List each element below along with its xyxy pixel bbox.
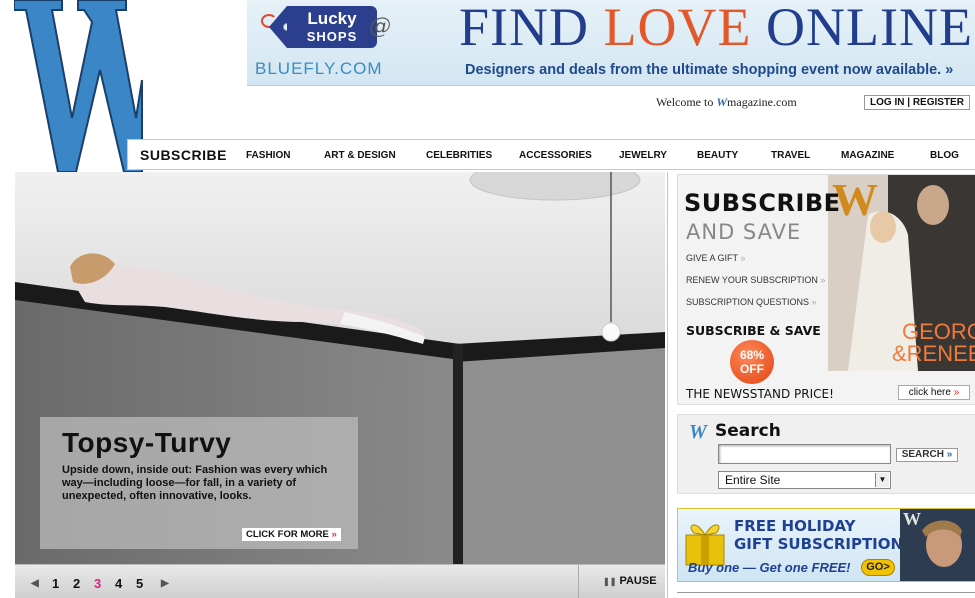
renew-subscription-label: RENEW YOUR SUBSCRIPTION	[686, 275, 818, 285]
holiday-magazine-cover: W	[900, 509, 975, 581]
hero-slideshow[interactable]: Topsy-Turvy Upside down, inside out: Fas…	[15, 172, 665, 564]
carousel-page-2[interactable]: 2	[73, 565, 80, 598]
lucky-shops-tag: Lucky SHOPS	[261, 6, 377, 48]
pause-button[interactable]: ❚❚ PAUSE	[603, 565, 657, 598]
svg-text:W: W	[903, 509, 921, 529]
carousel-page-1[interactable]: 1	[52, 565, 59, 598]
carousel-page-4[interactable]: 4	[115, 565, 122, 598]
welcome-prefix: Welcome to	[656, 95, 717, 109]
search-scope-select[interactable]: Entire Site ▼	[718, 471, 891, 489]
nav-item-magazine[interactable]: MAGAZINE	[841, 140, 894, 169]
nav-item-celebrities[interactable]: CELEBRITIES	[426, 140, 492, 169]
nav-subscribe[interactable]: SUBSCRIBE	[140, 140, 227, 169]
double-arrow-icon: »	[331, 529, 337, 540]
chevron-down-icon: ▼	[875, 473, 889, 487]
nav-item-travel[interactable]: TRAVEL	[771, 140, 810, 169]
banner-headline-love: LOVE	[603, 0, 752, 57]
search-w-logo: W	[689, 421, 707, 443]
holiday-gift-ad[interactable]: FREE HOLIDAY GIFT SUBSCRIPTION! Buy one …	[677, 508, 975, 582]
promo-subtitle: AND SAVE	[686, 220, 802, 244]
search-title: Search	[715, 421, 781, 441]
nav-item-art-design[interactable]: ART & DESIGN	[324, 140, 396, 169]
newsstand-price-text: THE NEWSSTAND PRICE!	[686, 387, 834, 401]
banner-bluefly-text: BLUEFLY.COM	[255, 59, 383, 78]
magazine-cover-image: W GEORGE &RENEE	[828, 175, 975, 371]
click-here-label: click here	[908, 387, 951, 398]
hero-title: Topsy-Turvy	[62, 427, 232, 458]
pause-label: PAUSE	[619, 575, 657, 587]
search-panel: W Search SEARCH » Entire Site ▼	[677, 414, 975, 494]
promo-title: SUBSCRIBE	[684, 189, 841, 217]
cover-names-text-2: &RENEE	[892, 341, 975, 366]
holiday-go-button[interactable]: GO>	[861, 559, 895, 576]
bluefly-banner-ad[interactable]: Lucky SHOPS @ BLUEFLY.COM FIND LOVE ONLI…	[247, 0, 975, 86]
login-register-button[interactable]: LOG IN | REGISTER	[864, 95, 970, 110]
hero-description: Upside down, inside out: Fashion was eve…	[62, 464, 328, 502]
subscribe-promo[interactable]: W GEORGE &RENEE SUBSCRIBE AND SAVE GIVE …	[677, 174, 975, 405]
nav-item-accessories[interactable]: ACCESSORIES	[519, 140, 592, 169]
give-a-gift-label: GIVE A GIFT	[686, 253, 738, 263]
pause-divider	[578, 565, 579, 598]
nav-item-fashion[interactable]: FASHION	[246, 140, 290, 169]
discount-percent: 68%	[739, 348, 765, 362]
search-input[interactable]	[718, 444, 891, 464]
banner-headline: FIND LOVE ONLINE	[459, 0, 973, 54]
carousel-page-3-active[interactable]: 3	[94, 565, 101, 598]
prev-arrow-icon[interactable]: ◀	[31, 565, 39, 598]
subscription-questions-label: SUBSCRIPTION QUESTIONS	[686, 297, 810, 307]
magazine-cover-graphic: W GEORGE &RENEE	[828, 175, 975, 371]
banner-headline-online: ONLINE	[751, 0, 973, 57]
right-column-divider	[677, 592, 975, 598]
welcome-text: Welcome to Wmagazine.com	[656, 95, 797, 110]
search-button[interactable]: SEARCH »	[896, 448, 958, 462]
double-arrow-icon: »	[953, 387, 960, 398]
banner-at-sign: @	[369, 14, 391, 39]
nav-item-blog[interactable]: BLOG	[930, 140, 959, 169]
holiday-offer-text: Buy one — Get one FREE!	[688, 560, 851, 575]
click-here-button[interactable]: click here »	[898, 385, 970, 400]
holiday-headline-2: GIFT SUBSCRIPTION!	[734, 535, 910, 553]
welcome-suffix: magazine.com	[727, 95, 797, 109]
holiday-cover-graphic: W	[900, 509, 975, 581]
tag-shops-text: SHOPS	[306, 29, 358, 44]
subscribe-save-text: SUBSCRIBE & SAVE	[686, 323, 821, 338]
discount-off: OFF	[740, 362, 764, 376]
double-arrow-icon: »	[946, 449, 953, 460]
next-arrow-icon[interactable]: ▶	[161, 565, 169, 598]
tag-lucky-text: Lucky	[307, 9, 357, 28]
tag-body: Lucky SHOPS	[287, 6, 377, 48]
pause-icon: ❚❚	[603, 577, 617, 586]
search-scope-value: Entire Site	[725, 473, 781, 487]
arrow-icon: »	[820, 275, 826, 285]
welcome-w: W	[716, 95, 728, 109]
search-button-label: SEARCH	[901, 449, 944, 460]
click-for-more-label: CLICK FOR MORE	[246, 529, 329, 540]
subscription-questions-link[interactable]: SUBSCRIPTION QUESTIONS »	[686, 297, 817, 307]
right-column: W GEORGE &RENEE SUBSCRIBE AND SAVE GIVE …	[667, 172, 975, 598]
w-logo-graphic	[14, 0, 143, 172]
discount-badge: 68% OFF	[730, 340, 774, 384]
renew-subscription-link[interactable]: RENEW YOUR SUBSCRIPTION »	[686, 275, 825, 285]
click-for-more-button[interactable]: CLICK FOR MORE »	[242, 528, 341, 541]
nav-item-beauty[interactable]: BEAUTY	[697, 140, 738, 169]
arrow-icon: »	[740, 253, 746, 263]
w-logo[interactable]	[14, 0, 144, 172]
carousel-page-5[interactable]: 5	[136, 565, 143, 598]
banner-subline: Designers and deals from the ultimate sh…	[465, 62, 954, 78]
main-nav: SUBSCRIBE FASHION ART & DESIGN CELEBRITI…	[127, 139, 975, 170]
holiday-headline-1: FREE HOLIDAY	[734, 517, 856, 535]
hero-caption: Topsy-Turvy Upside down, inside out: Fas…	[40, 417, 358, 549]
carousel-controls: ◀ 1 2 3 4 5 ▶ ❚❚ PAUSE	[15, 564, 665, 598]
arrow-icon: »	[811, 297, 817, 307]
give-a-gift-link[interactable]: GIVE A GIFT »	[686, 253, 745, 263]
banner-headline-find: FIND	[459, 0, 604, 57]
nav-item-jewelry[interactable]: JEWELRY	[619, 140, 667, 169]
page: Lucky SHOPS @ BLUEFLY.COM FIND LOVE ONLI…	[0, 0, 975, 598]
